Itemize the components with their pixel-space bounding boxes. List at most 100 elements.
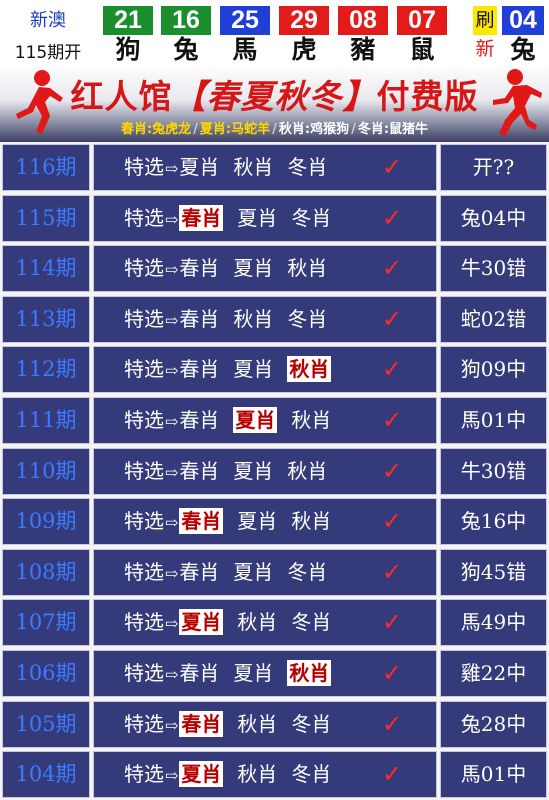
result-label: 狗45错 <box>460 559 527 584</box>
pick-zodiac-hit: 春肖 <box>179 710 224 737</box>
pick-zodiac: 秋肖 <box>233 306 274 331</box>
banner-title-edition: 付费版 <box>376 77 479 116</box>
result-cell: 开?? <box>440 144 547 191</box>
pick-zodiac: 春肖 <box>179 559 220 584</box>
pick-zodiac: 秋肖 <box>237 762 278 787</box>
table-row: 106期 特选⇨春肖 夏肖 秋肖 ✓ 雞22中 <box>0 648 549 699</box>
table-row: 107期 特选⇨ 夏肖 秋肖 冬肖 ✓ 馬49中 <box>0 597 549 649</box>
pick-text: 特选⇨春肖夏肖秋肖 <box>124 651 345 696</box>
result-label: 兔04中 <box>460 205 527 230</box>
period-label: 109期 <box>15 509 77 534</box>
pick-prefix: 特选 <box>124 357 164 382</box>
special-ball-zodiac: 兔 <box>510 35 536 64</box>
pick-prefix: 特选 <box>124 458 164 483</box>
draw-ball-number: 25 <box>220 6 270 35</box>
banner-title-name: 红人馆 <box>70 77 173 116</box>
pick-zodiac: 夏肖 <box>237 509 278 534</box>
table-row: 105期 特选⇨ 春肖 秋肖 冬肖 ✓ 兔28中 <box>0 698 549 750</box>
table-row: 116期 特选⇨夏肖 秋肖 冬肖 ✓ 开?? <box>0 142 549 193</box>
pick-zodiac: 春肖 <box>179 306 220 331</box>
check-icon: ✓ <box>382 507 403 536</box>
issue-label: 115期开 <box>14 43 82 63</box>
pick-cell: 特选⇨春肖夏肖秋肖 ✓ <box>93 245 437 293</box>
arrow-icon: ⇨ <box>165 563 179 583</box>
check-icon: ✓ <box>382 355 403 384</box>
pick-cell: 特选⇨夏肖秋肖冬肖 ✓ <box>93 144 437 191</box>
pick-prefix: 特选 <box>124 661 164 685</box>
arrow-icon: ⇨ <box>165 159 179 178</box>
period-cell: 113期 <box>2 295 90 343</box>
result-cell: 牛30错 <box>440 447 547 495</box>
pick-text: 特选⇨春肖夏肖秋肖 <box>124 246 341 291</box>
result-label: 兔28中 <box>460 711 527 736</box>
period-label: 110期 <box>15 458 77 483</box>
pick-text: 特选⇨春肖夏肖秋肖 <box>124 499 345 544</box>
draw-ball-number: 16 <box>161 6 211 35</box>
period-label: 112期 <box>15 357 77 382</box>
draw-ball-zodiac: 狗 <box>115 35 141 64</box>
season-legend-autumn: 秋肖:鸡猴狗 <box>278 122 350 137</box>
arrow-icon: ⇨ <box>165 513 179 533</box>
pick-prefix: 特选 <box>124 155 164 179</box>
season-legend-summer: 夏肖:马蛇羊 <box>199 122 271 137</box>
draw-ball: 07 鼠 <box>394 4 450 64</box>
check-icon: ✓ <box>382 608 403 637</box>
arrow-icon: ⇨ <box>165 310 179 330</box>
pick-zodiac: 春肖 <box>179 458 220 483</box>
season-legend-spring: 春肖:兔虎龙 <box>120 122 192 137</box>
period-cell: 116期 <box>2 144 90 191</box>
pick-prefix: 特选 <box>124 762 164 787</box>
draw-ball-number: 29 <box>279 6 329 35</box>
refresh-button[interactable]: 刷 新 <box>473 4 497 64</box>
period-label: 108期 <box>15 559 77 584</box>
check-icon: ✓ <box>382 557 403 586</box>
pick-zodiac-hit: 夏肖 <box>233 407 278 433</box>
pick-cell: 特选⇨春肖夏肖秋肖 ✓ <box>93 498 437 546</box>
period-cell: 114期 <box>2 245 90 293</box>
arrow-icon: ⇨ <box>165 766 179 786</box>
period-label: 115期 <box>15 205 77 230</box>
period-cell: 115期 <box>2 194 90 242</box>
pick-zodiac: 冬肖 <box>287 155 328 179</box>
refresh-label-top: 刷 <box>473 6 497 35</box>
period-label: 106期 <box>15 661 77 685</box>
period-cell: 109期 <box>2 498 90 546</box>
pick-cell: 特选⇨春肖夏肖冬肖 ✓ <box>93 548 437 596</box>
result-label: 蛇02错 <box>460 306 527 331</box>
pick-prefix: 特选 <box>124 711 164 736</box>
pick-zodiac-hit: 秋肖 <box>287 660 332 686</box>
arrow-icon: ⇨ <box>165 361 179 381</box>
pick-zodiac: 秋肖 <box>233 155 274 179</box>
pick-text: 特选⇨春肖夏肖冬肖 <box>124 196 345 241</box>
arrow-icon: ⇨ <box>165 665 179 684</box>
draw-ball: 08 豬 <box>335 4 391 64</box>
result-cell: 狗45错 <box>440 548 547 596</box>
result-label: 牛30错 <box>460 458 527 483</box>
result-cell: 馬01中 <box>440 397 547 444</box>
table-row: 112期 特选⇨春肖 夏肖 秋肖 ✓ 狗09中 <box>0 344 549 396</box>
pick-zodiac: 夏肖 <box>233 559 274 584</box>
special-ball-number: 04 <box>502 6 544 35</box>
period-label: 113期 <box>15 306 77 331</box>
period-label: 114期 <box>15 256 77 281</box>
pick-cell: 特选⇨春肖夏肖秋肖 ✓ <box>93 650 437 697</box>
draw-ball: 21 狗 <box>100 4 156 64</box>
arrow-icon: ⇨ <box>165 715 179 735</box>
pick-cell: 特选⇨春肖夏肖秋肖 ✓ <box>93 346 437 394</box>
pick-zodiac: 秋肖 <box>237 711 278 736</box>
pick-zodiac: 夏肖 <box>233 256 274 281</box>
result-label: 兔16中 <box>460 509 527 534</box>
pick-prefix: 特选 <box>124 509 164 534</box>
pick-zodiac: 春肖 <box>179 661 220 685</box>
pick-zodiac: 冬肖 <box>291 762 332 787</box>
arrow-icon: ⇨ <box>165 260 179 280</box>
pick-cell: 特选⇨夏肖秋肖冬肖 ✓ <box>93 599 437 647</box>
table-row: 109期 特选⇨ 春肖 夏肖 秋肖 ✓ 兔16中 <box>0 496 549 548</box>
arrow-icon: ⇨ <box>165 412 179 431</box>
pick-text: 特选⇨春肖秋肖冬肖 <box>124 702 345 747</box>
pick-zodiac-hit: 春肖 <box>179 204 224 231</box>
table-row: 111期 特选⇨春肖 夏肖 秋肖 ✓ 馬01中 <box>0 395 549 446</box>
draw-ball: 16 兔 <box>158 4 214 64</box>
check-icon: ✓ <box>382 456 403 485</box>
result-label: 馬49中 <box>460 610 527 635</box>
